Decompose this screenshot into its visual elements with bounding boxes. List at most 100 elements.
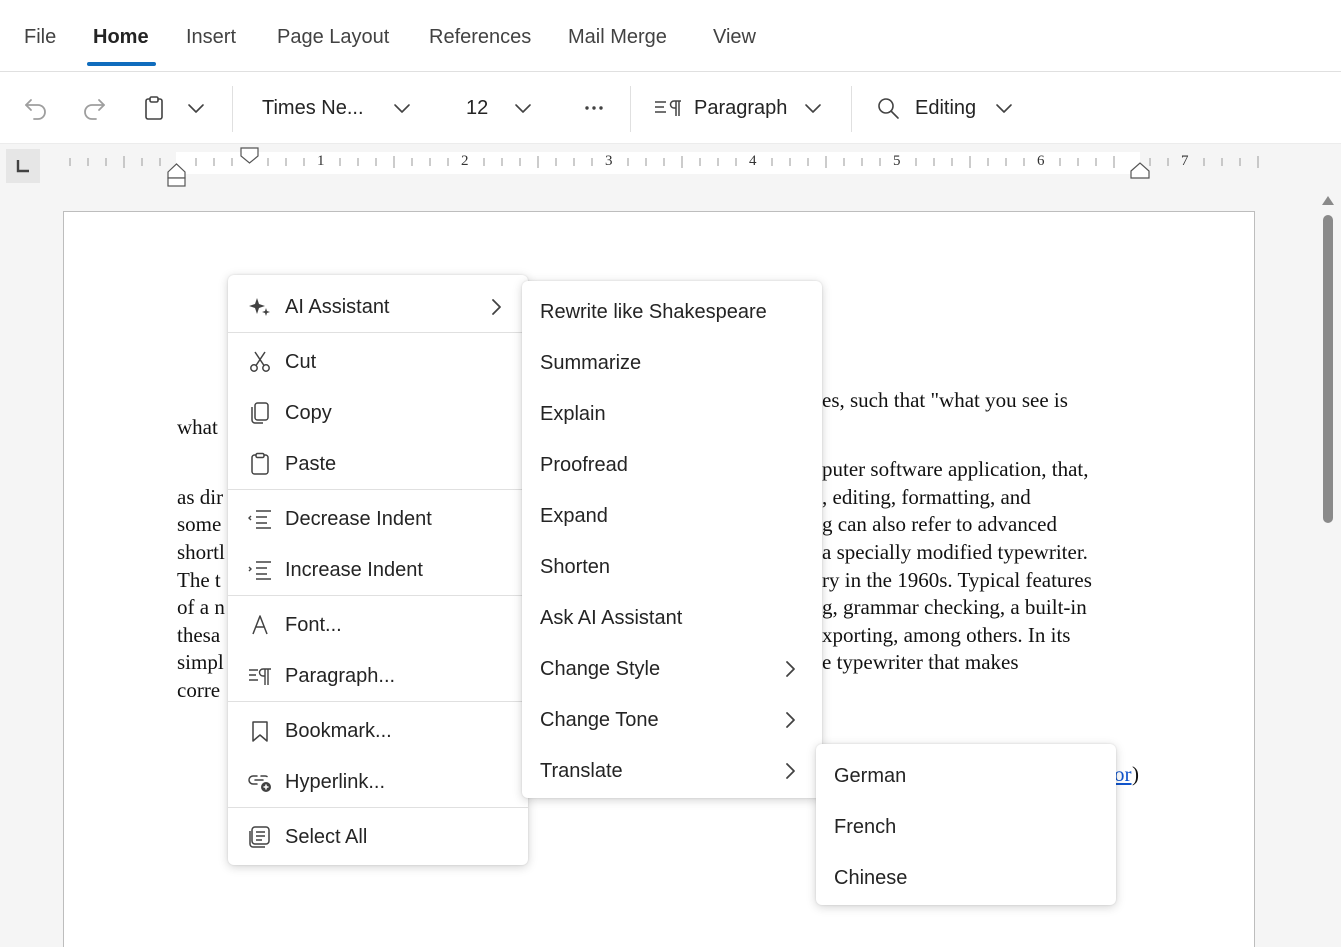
menu-item-cut[interactable]: Cut bbox=[228, 338, 528, 386]
document-text-line: g can also refer to advanced bbox=[822, 512, 1057, 536]
tab-mail-merge[interactable]: Mail Merge bbox=[568, 26, 667, 49]
vertical-scrollbar-thumb[interactable] bbox=[1323, 215, 1333, 523]
ruler-number: 7 bbox=[1181, 153, 1189, 169]
document-text-line: xporting, among others. In its bbox=[822, 623, 1071, 647]
menu-item-font[interactable]: Font... bbox=[228, 601, 528, 649]
font-size-value: 12 bbox=[466, 96, 489, 119]
chevron-down-icon bbox=[805, 104, 822, 113]
font-name-dropdown[interactable]: Times Ne... bbox=[262, 72, 364, 144]
menu-divider bbox=[228, 595, 528, 596]
ruler-number: 6 bbox=[1037, 153, 1045, 169]
menu-divider bbox=[228, 701, 528, 702]
menu-item-increase-indent[interactable]: Increase Indent bbox=[228, 546, 528, 594]
menu-item-copy[interactable]: Copy bbox=[228, 389, 528, 437]
menu-item-shorten[interactable]: Shorten bbox=[522, 543, 822, 591]
document-text-line: puter software application, that, bbox=[822, 457, 1089, 481]
chevron-down-icon bbox=[515, 104, 531, 113]
menu-item-label: Explain bbox=[540, 402, 606, 425]
document-text-line: a specially modified typewriter. bbox=[822, 540, 1088, 564]
clipboard-icon bbox=[145, 96, 163, 120]
menu-item-change-style[interactable]: Change Style bbox=[522, 645, 822, 693]
menu-item-paste[interactable]: Paste bbox=[228, 440, 528, 488]
menu-item-hyperlink[interactable]: Hyperlink... bbox=[228, 758, 528, 806]
document-hyperlink[interactable]: or bbox=[1114, 762, 1132, 787]
menu-item-label: German bbox=[834, 764, 907, 787]
menu-item-expand[interactable]: Expand bbox=[522, 492, 822, 540]
tab-references[interactable]: References bbox=[429, 26, 531, 49]
copy-icon bbox=[251, 402, 269, 424]
paste-button[interactable] bbox=[140, 72, 168, 144]
menu-item-paragraph[interactable]: Paragraph... bbox=[228, 652, 528, 700]
document-text-line: e typewriter that makes bbox=[822, 650, 1019, 674]
menu-divider bbox=[228, 807, 528, 808]
font-name-dropdown-toggle[interactable] bbox=[392, 72, 412, 144]
paragraph-dropdown[interactable]: Paragraph bbox=[654, 72, 823, 144]
tab-page-layout[interactable]: Page Layout bbox=[277, 26, 389, 49]
home-toolbar: Times Ne... 12 Paragraph Editing bbox=[0, 72, 1341, 144]
translate-submenu: German French Chinese bbox=[816, 744, 1116, 905]
chevron-right-icon bbox=[492, 299, 501, 315]
menu-item-label: Shorten bbox=[540, 555, 611, 578]
sparkle-icon bbox=[249, 298, 270, 316]
menu-item-explain[interactable]: Explain bbox=[522, 390, 822, 438]
ruler-number: 5 bbox=[893, 153, 901, 169]
menu-item-label: Ask AI Assistant bbox=[540, 606, 683, 629]
ruler-scale bbox=[69, 147, 1259, 187]
font-size-dropdown-toggle[interactable] bbox=[513, 72, 533, 144]
redo-icon bbox=[84, 99, 105, 120]
paste-options-dropdown[interactable] bbox=[186, 72, 206, 144]
decrease-indent-icon bbox=[248, 510, 271, 529]
menu-item-translate[interactable]: Translate bbox=[522, 747, 822, 795]
chevron-down-icon bbox=[996, 104, 1012, 113]
menu-item-decrease-indent[interactable]: Decrease Indent bbox=[228, 495, 528, 543]
paragraph-icon bbox=[655, 100, 681, 116]
context-menu: AI Assistant Cut Copy Paste Decrease Ind… bbox=[228, 275, 528, 865]
document-text-line: as dir bbox=[177, 485, 224, 509]
document-text-line: es, such that "what you see is bbox=[822, 388, 1068, 412]
menu-item-german[interactable]: German bbox=[816, 752, 1116, 800]
document-text-line: thesa bbox=[177, 623, 221, 647]
active-tab-indicator bbox=[87, 62, 156, 66]
menu-item-label: Cut bbox=[285, 350, 317, 373]
menu-item-change-tone[interactable]: Change Tone bbox=[522, 696, 822, 744]
more-options-button[interactable] bbox=[582, 72, 606, 144]
chevron-right-icon bbox=[786, 661, 795, 677]
bookmark-icon bbox=[252, 721, 268, 742]
ruler-number: 2 bbox=[461, 153, 469, 169]
undo-button[interactable] bbox=[22, 72, 50, 144]
hyperlink-icon bbox=[248, 775, 271, 792]
scissors-icon bbox=[250, 351, 270, 372]
menu-item-label: Change Style bbox=[540, 657, 661, 680]
toolbar-divider bbox=[232, 86, 233, 132]
menu-item-label: Decrease Indent bbox=[285, 507, 432, 530]
menu-item-ai-assistant[interactable]: AI Assistant bbox=[228, 283, 528, 331]
chevron-right-icon bbox=[786, 712, 795, 728]
ellipsis-icon bbox=[585, 106, 603, 110]
scroll-up-arrow-icon[interactable] bbox=[1320, 193, 1336, 207]
menu-item-summarize[interactable]: Summarize bbox=[522, 339, 822, 387]
menu-item-proofread[interactable]: Proofread bbox=[522, 441, 822, 489]
editing-dropdown[interactable]: Editing bbox=[876, 72, 1014, 144]
tab-home[interactable]: Home bbox=[93, 26, 149, 49]
paragraph-icon bbox=[249, 668, 271, 685]
font-icon bbox=[252, 615, 268, 635]
menu-item-label: Increase Indent bbox=[285, 558, 423, 581]
toolbar-divider bbox=[851, 86, 852, 132]
document-text-line: shortl bbox=[177, 540, 225, 564]
tab-file[interactable]: File bbox=[24, 26, 56, 49]
menu-item-label: Copy bbox=[285, 401, 332, 424]
menu-item-bookmark[interactable]: Bookmark... bbox=[228, 707, 528, 755]
menu-item-rewrite-like-shakespeare[interactable]: Rewrite like Shakespeare bbox=[522, 288, 822, 336]
undo-icon bbox=[25, 99, 46, 120]
tab-insert[interactable]: Insert bbox=[186, 26, 236, 49]
document-text-line: , editing, formatting, and bbox=[822, 485, 1031, 509]
tab-view[interactable]: View bbox=[713, 26, 756, 49]
menu-item-select-all[interactable]: Select All bbox=[228, 813, 528, 861]
menu-divider bbox=[228, 332, 528, 333]
font-size-dropdown[interactable]: 12 bbox=[466, 72, 488, 144]
menu-item-ask-ai-assistant[interactable]: Ask AI Assistant bbox=[522, 594, 822, 642]
menu-item-chinese[interactable]: Chinese bbox=[816, 854, 1116, 902]
menu-item-french[interactable]: French bbox=[816, 803, 1116, 851]
menu-item-label: Paste bbox=[285, 452, 337, 475]
redo-button[interactable] bbox=[80, 72, 108, 144]
